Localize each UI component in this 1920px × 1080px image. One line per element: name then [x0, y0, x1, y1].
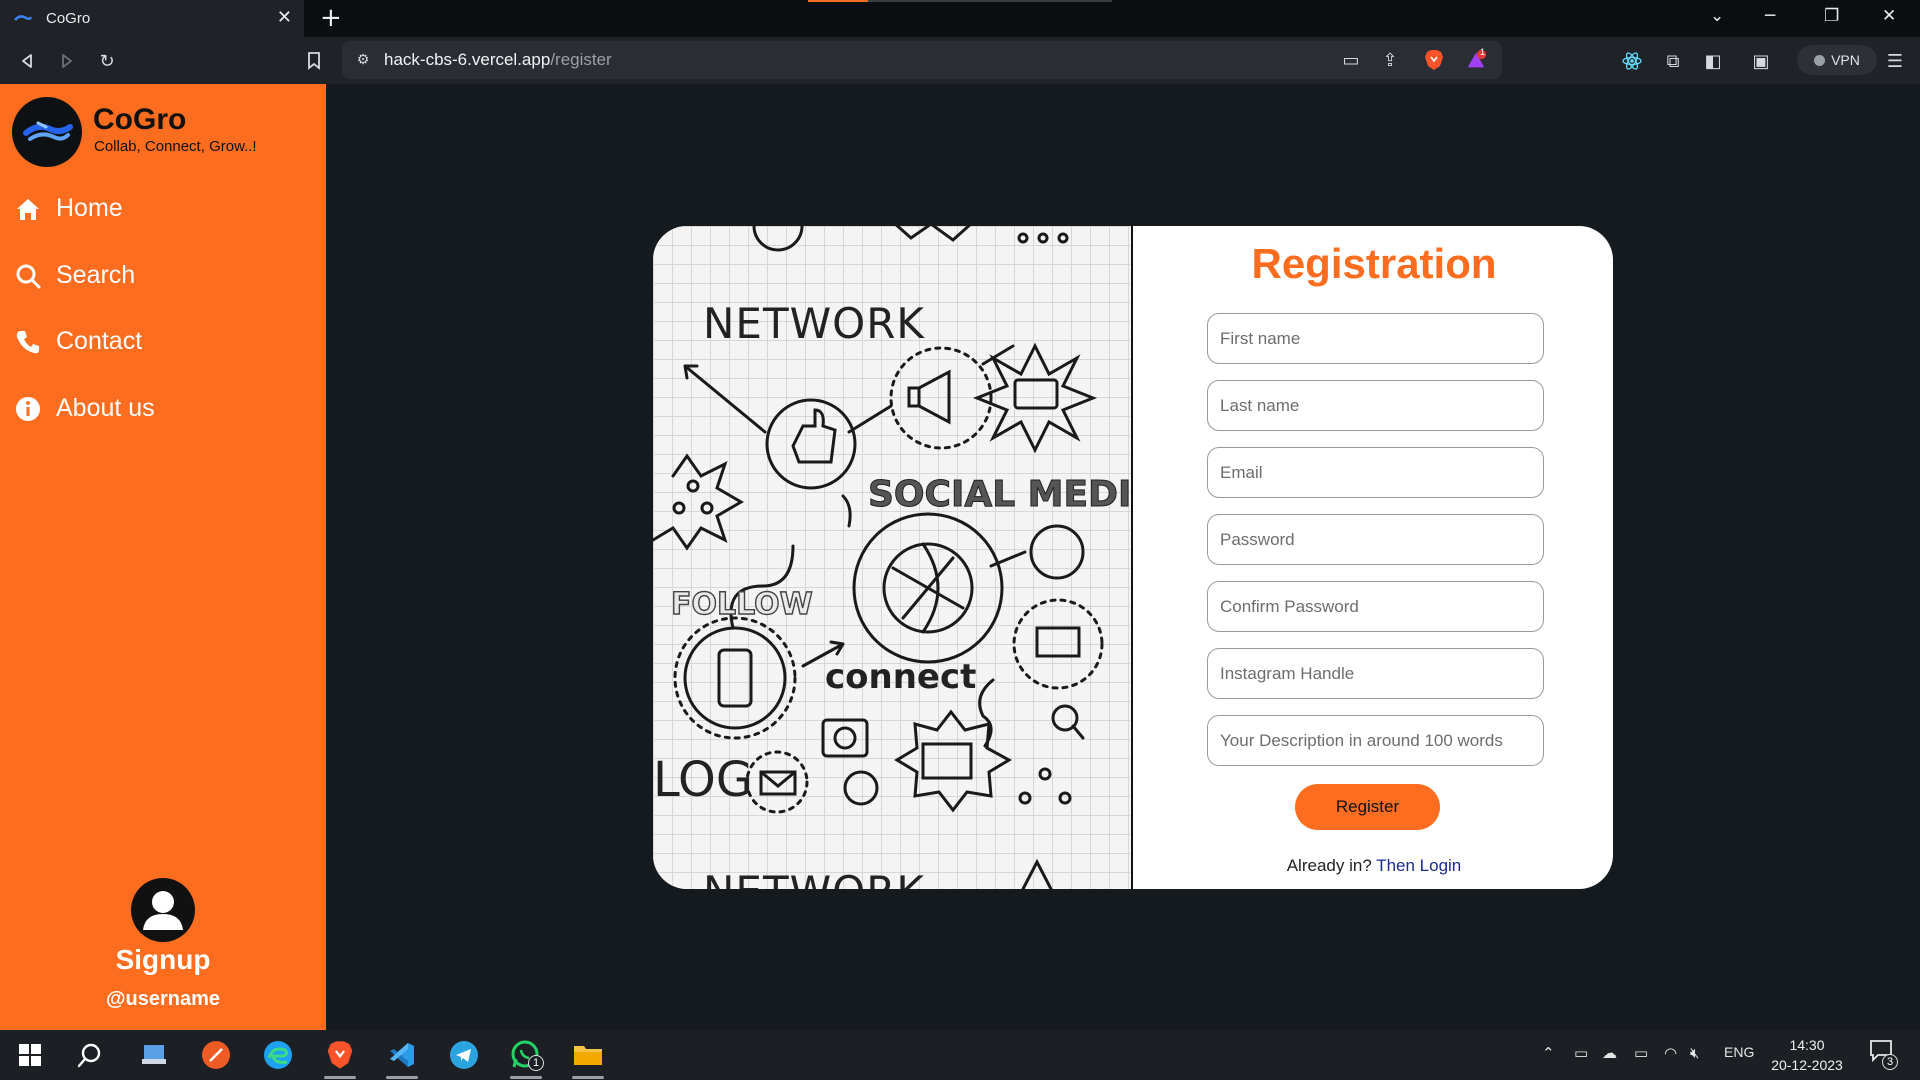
bookmark-icon[interactable]	[303, 50, 325, 72]
user-avatar-icon[interactable]	[131, 878, 195, 942]
brand-name[interactable]: CoGro	[93, 103, 186, 137]
sidebar-item-label: Search	[56, 261, 136, 289]
login-prompt: Already in? Then Login	[1135, 856, 1613, 876]
system-clock[interactable]: 14:30 20-12-2023	[1762, 1035, 1852, 1075]
url-path: /register	[550, 50, 612, 69]
rewards-badge: 1	[1480, 47, 1486, 57]
loading-bar	[808, 0, 1112, 2]
username-label: @username	[106, 988, 220, 1010]
site-settings-icon[interactable]: ⚙	[352, 49, 374, 71]
onedrive-icon[interactable]: ☁	[1602, 1044, 1617, 1062]
last-name-field[interactable]	[1207, 380, 1544, 431]
sidebar-item-label: About us	[56, 394, 155, 422]
battery-icon[interactable]: ▭	[1634, 1044, 1648, 1062]
share-icon[interactable]: ⇪	[1379, 49, 1401, 71]
illustration-word-social-media: SOCIAL MEDIA	[868, 474, 1131, 515]
taskbar: 1 ⌃ ▭ ☁ ▭ ◠ 🔇︎ ENG 14:30 20-12-2023 3	[0, 1030, 1920, 1080]
vpn-status-icon	[1814, 54, 1826, 66]
login-link[interactable]: Then Login	[1376, 856, 1461, 875]
home-icon	[17, 198, 39, 220]
close-tab-icon[interactable]: ✕	[277, 8, 292, 28]
clock-date: 20-12-2023	[1771, 1057, 1843, 1073]
registration-card: NETWORK SOCIAL MEDIA FOLLOW connect LOG …	[653, 226, 1613, 889]
email-field[interactable]	[1207, 447, 1544, 498]
confirm-password-field[interactable]	[1207, 581, 1544, 632]
edge-icon[interactable]	[256, 1037, 300, 1073]
description-field[interactable]	[1207, 715, 1544, 766]
login-prompt-text: Already in?	[1286, 856, 1377, 875]
register-button[interactable]: Register	[1295, 784, 1440, 830]
sidebar: CoGro Collab, Connect, Grow..! Home Sear…	[0, 84, 326, 1030]
sidebar-item-about[interactable]: About us	[14, 394, 155, 423]
whatsapp-badge: 1	[528, 1055, 544, 1071]
illustration-word-follow: FOLLOW	[671, 587, 813, 622]
notifications-icon[interactable]: 3	[1870, 1040, 1898, 1070]
password-field[interactable]	[1207, 514, 1544, 565]
cogro-favicon-icon	[14, 14, 32, 21]
illustration-word-connect: connect	[825, 657, 976, 697]
url-host: hack-cbs-6.vercel.app	[384, 50, 551, 69]
registration-title: Registration	[1251, 240, 1497, 287]
cast-icon[interactable]: ▭	[1340, 49, 1362, 71]
search-icon	[16, 264, 41, 288]
vpn-button[interactable]: VPN	[1797, 45, 1877, 75]
illustration-word-log: LOG	[653, 752, 753, 808]
language-indicator[interactable]: ENG	[1724, 1044, 1754, 1060]
tab-list-chevron-icon[interactable]: ⌄	[1710, 6, 1724, 26]
tray-overflow-icon[interactable]: ⌃	[1542, 1044, 1555, 1062]
sidebar-item-search[interactable]: Search	[14, 261, 135, 290]
cogro-logo-icon[interactable]	[12, 97, 82, 167]
instagram-handle-field[interactable]	[1207, 648, 1544, 699]
telegram-icon[interactable]	[442, 1037, 486, 1073]
signup-link[interactable]: Signup	[0, 944, 326, 976]
brave-rewards-icon[interactable]: 1	[1465, 47, 1487, 71]
sidebar-item-home[interactable]: Home	[14, 194, 123, 223]
sidebar-toggle-icon[interactable]: ◧	[1702, 50, 1724, 72]
browser-toolbar: ↻ ⚙ hack-cbs-6.vercel.app/register ▭ ⇪ 1…	[0, 37, 1920, 84]
brand-tagline: Collab, Connect, Grow..!	[94, 138, 257, 155]
first-name-field[interactable]	[1207, 313, 1544, 364]
brave-taskbar-icon[interactable]	[318, 1037, 362, 1079]
new-tab-icon[interactable]: +	[320, 4, 342, 32]
volume-muted-icon[interactable]: 🔇︎	[1690, 1044, 1699, 1062]
taskbar-search-icon[interactable]	[68, 1037, 112, 1073]
minimize-icon[interactable]: ─	[1765, 6, 1775, 26]
react-devtools-icon[interactable]	[1621, 50, 1643, 72]
menu-icon[interactable]: ☰	[1884, 50, 1906, 72]
illustration-word-network-bottom: NETWORK	[703, 867, 925, 889]
sidebar-item-contact[interactable]: Contact	[14, 327, 142, 356]
info-icon	[16, 396, 40, 421]
task-view-icon[interactable]	[132, 1037, 176, 1073]
phone-icon	[16, 330, 39, 353]
clock-time: 14:30	[1789, 1037, 1825, 1053]
wifi-icon[interactable]: ◠	[1664, 1044, 1677, 1062]
tab-title: CoGro	[46, 10, 91, 27]
brave-shields-icon[interactable]	[1423, 49, 1445, 71]
browser-tab[interactable]: CoGro ✕	[0, 0, 304, 37]
windows-start-icon[interactable]	[8, 1037, 52, 1073]
extensions-icon[interactable]: ⧉	[1662, 50, 1684, 72]
illustration-word-network: NETWORK	[703, 299, 925, 348]
sidebar-item-label: Home	[56, 194, 123, 222]
vpn-label: VPN	[1831, 52, 1860, 68]
reload-icon[interactable]: ↻	[96, 50, 118, 72]
registration-form: Registration Register Already in? Then L…	[1135, 226, 1613, 889]
address-bar[interactable]: ⚙ hack-cbs-6.vercel.app/register ▭ ⇪ 1	[342, 41, 1502, 79]
meet-now-icon[interactable]: ▭	[1574, 1044, 1588, 1062]
close-window-icon[interactable]: ✕	[1882, 6, 1896, 26]
url-text: hack-cbs-6.vercel.app/register	[384, 50, 612, 70]
postman-icon[interactable]	[194, 1037, 238, 1073]
wallet-icon[interactable]: ▣	[1750, 50, 1772, 72]
sidebar-item-label: Contact	[56, 327, 143, 355]
back-icon[interactable]	[16, 50, 38, 72]
whatsapp-icon[interactable]: 1	[504, 1037, 548, 1079]
browser-tab-strip: CoGro ✕ + ⌄ ─ ❐ ✕	[0, 0, 1920, 37]
notifications-badge: 3	[1882, 1054, 1898, 1070]
vscode-icon[interactable]	[380, 1037, 424, 1079]
restore-icon[interactable]: ❐	[1824, 6, 1839, 26]
forward-icon[interactable]	[56, 50, 78, 72]
social-media-illustration: NETWORK SOCIAL MEDIA FOLLOW connect LOG …	[653, 226, 1160, 889]
file-explorer-icon[interactable]	[566, 1037, 610, 1079]
